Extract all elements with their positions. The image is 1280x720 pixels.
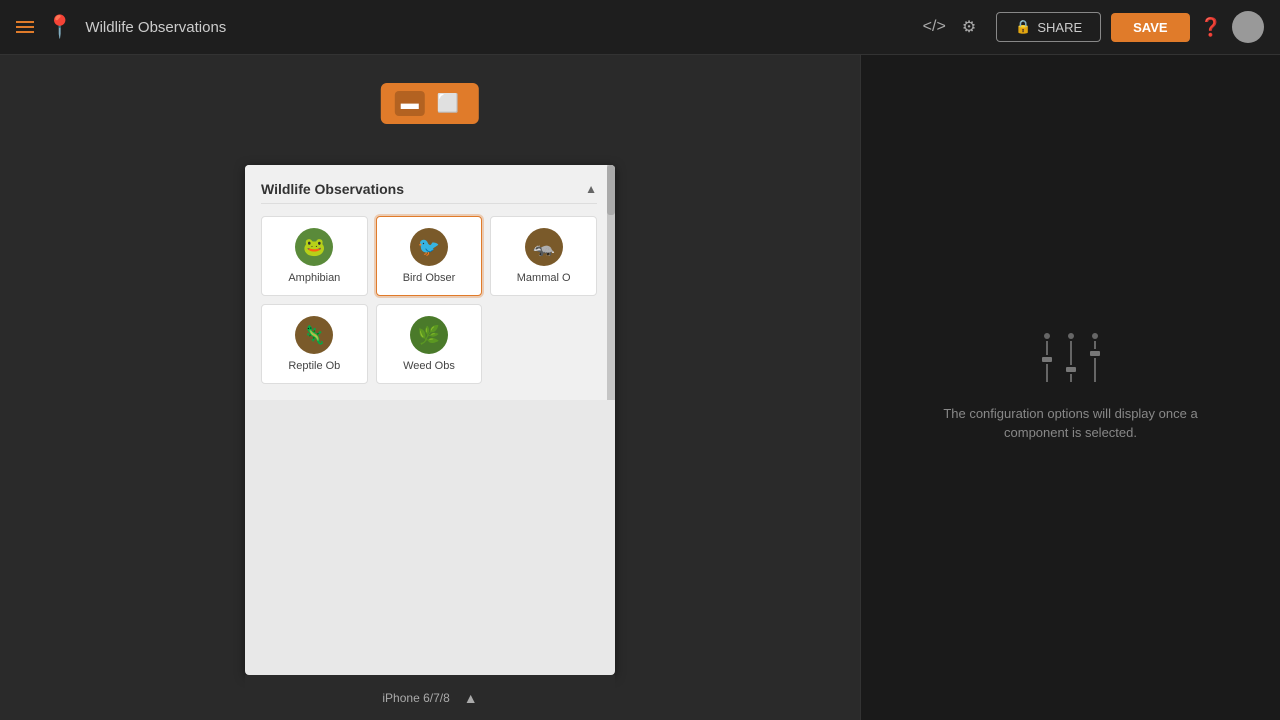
help-button[interactable]: ❓	[1200, 17, 1222, 38]
config-panel: The configuration options will display o…	[860, 55, 1280, 720]
slider-handle[interactable]	[1066, 367, 1076, 372]
topbar-center: </> ⚙	[923, 17, 976, 37]
widget-header: Wildlife Observations ▲	[261, 181, 597, 204]
grid-item-bird[interactable]: 🐦 Bird Obser	[376, 216, 483, 296]
amphibian-label: Amphibian	[288, 272, 340, 284]
mammal-icon: 🦡	[525, 228, 563, 266]
slider-line	[1046, 341, 1048, 355]
settings-button[interactable]: ⚙	[962, 17, 976, 37]
topbar-right: 🔒 SHARE SAVE ❓	[996, 11, 1264, 43]
menu-button[interactable]	[16, 21, 34, 33]
grid-item-reptile[interactable]: 🦎 Reptile Ob	[261, 304, 368, 384]
slider-handle[interactable]	[1042, 357, 1052, 362]
device-name-label: iPhone 6/7/8	[382, 691, 449, 705]
slider-dot	[1092, 333, 1098, 339]
slider-line-bottom	[1046, 364, 1048, 382]
grid-view-button[interactable]: ⬜	[431, 91, 465, 116]
compact-view-button[interactable]: ▬	[395, 91, 425, 116]
reptile-icon: 🦎	[295, 316, 333, 354]
code-editor-button[interactable]: </>	[923, 18, 946, 36]
mammal-label: Mammal O	[517, 272, 571, 284]
preview-panel: ▬ ⬜ Wildlife Observations ▲	[0, 55, 860, 720]
topbar-left: 📍 Wildlife Observations	[16, 14, 923, 40]
lock-icon: 🔒	[1015, 19, 1031, 35]
chevron-up-icon: ▲	[585, 182, 597, 196]
compact-view-icon: ▬	[401, 93, 419, 113]
grid-item-amphibian[interactable]: 🐸 Amphibian	[261, 216, 368, 296]
weed-label: Weed Obs	[403, 360, 455, 372]
reptile-label: Reptile Ob	[288, 360, 340, 372]
sliders-visualization	[1042, 333, 1100, 382]
device-bottom-bar: iPhone 6/7/8 ▲	[245, 675, 615, 720]
settings-icon: ⚙	[962, 17, 976, 37]
bird-label: Bird Obser	[403, 272, 456, 284]
amphibian-icon: 🐸	[295, 228, 333, 266]
help-icon: ❓	[1200, 17, 1222, 37]
weed-icon: 🌿	[410, 316, 448, 354]
scrollbar-thumb[interactable]	[607, 165, 615, 215]
code-icon: </>	[923, 18, 946, 36]
grid-items: 🐸 Amphibian 🐦 Bird Obser 🦡 Mammal O 🦎 Reptile O…	[261, 216, 597, 384]
slider-handle[interactable]	[1090, 351, 1100, 356]
slider-track-2	[1066, 333, 1076, 382]
slider-line	[1070, 341, 1072, 365]
widget-title: Wildlife Observations	[261, 181, 404, 197]
page-title: Wildlife Observations	[85, 19, 226, 36]
grid-item-weed[interactable]: 🌿 Weed Obs	[376, 304, 483, 384]
floating-toolbar: ▬ ⬜	[381, 83, 479, 124]
widget-panel: Wildlife Observations ▲ 🐸 Amphibian 🐦 Bird …	[245, 165, 615, 400]
device-container: Wildlife Observations ▲ 🐸 Amphibian 🐦 Bird …	[245, 165, 615, 675]
main-layout: ▬ ⬜ Wildlife Observations ▲	[0, 55, 1280, 720]
collapse-button[interactable]: ▲	[585, 182, 597, 196]
bird-icon: 🐦	[410, 228, 448, 266]
slider-line-bottom	[1094, 358, 1096, 382]
logo-pin: 📍	[46, 14, 73, 40]
save-button[interactable]: SAVE	[1111, 13, 1189, 42]
slider-dot	[1044, 333, 1050, 339]
config-message: The configuration options will display o…	[941, 404, 1201, 443]
device-expand-icon[interactable]: ▲	[464, 690, 478, 706]
slider-track-1	[1042, 333, 1052, 382]
slider-line	[1094, 341, 1096, 349]
grid-view-icon: ⬜	[437, 93, 459, 113]
grid-item-mammal[interactable]: 🦡 Mammal O	[490, 216, 597, 296]
slider-line-bottom	[1070, 374, 1072, 382]
avatar[interactable]	[1232, 11, 1264, 43]
slider-track-3	[1090, 333, 1100, 382]
topbar: 📍 Wildlife Observations </> ⚙ 🔒 SHARE SA…	[0, 0, 1280, 55]
scrollbar[interactable]	[607, 165, 615, 400]
slider-dot	[1068, 333, 1074, 339]
share-button[interactable]: 🔒 SHARE	[996, 12, 1101, 42]
